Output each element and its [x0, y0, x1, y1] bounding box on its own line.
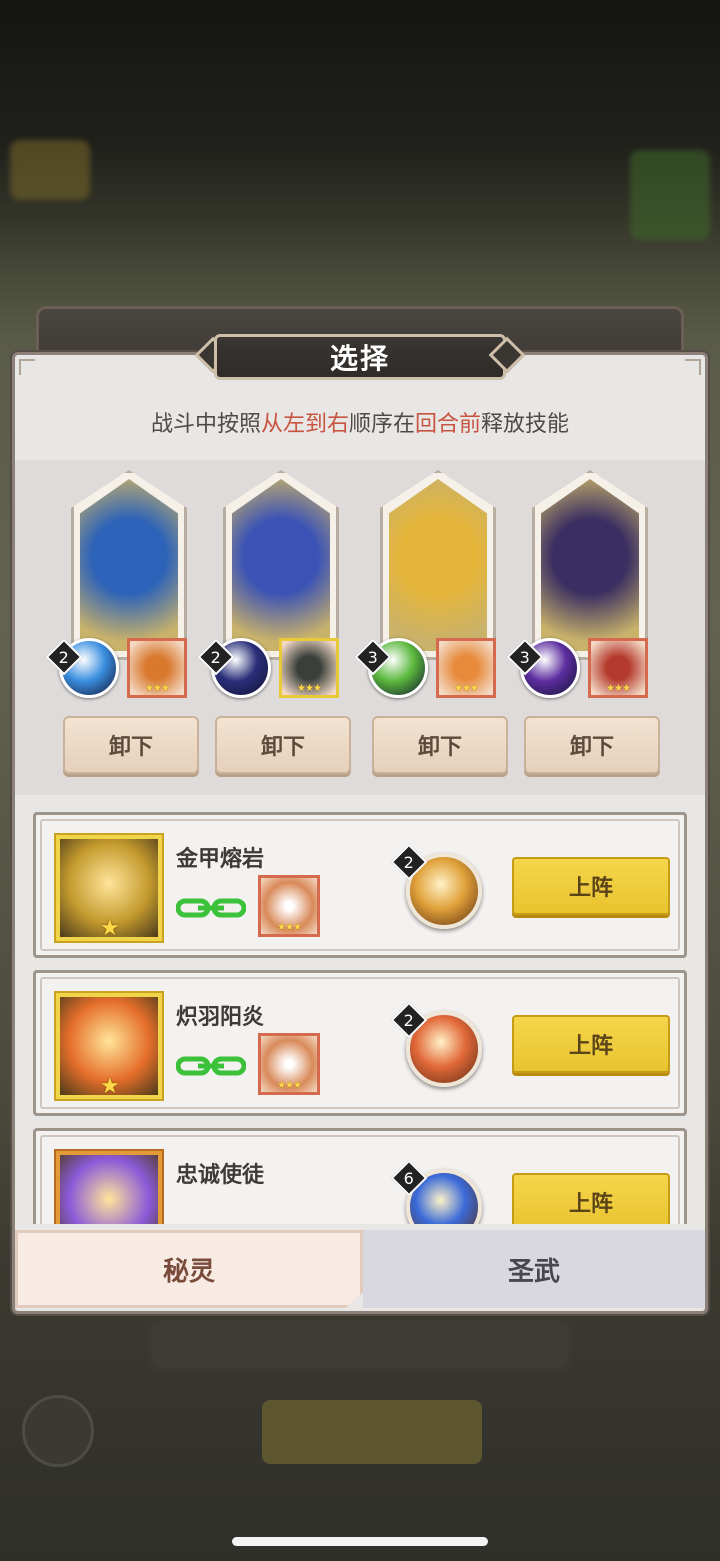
- list-item: ★ 炽羽阳炎 ★★★ 2 上阵: [33, 970, 687, 1116]
- spirit-portrait[interactable]: ★: [56, 835, 162, 941]
- chain-link-icon: [176, 1056, 246, 1076]
- list-item: ★ 金甲熔岩 ★★★ 2 上阵: [33, 812, 687, 958]
- unload-button[interactable]: 卸下: [63, 716, 199, 774]
- spirit-portrait: [541, 479, 639, 651]
- spirit-portrait: [389, 479, 487, 651]
- deploy-button[interactable]: 上阵: [512, 1015, 670, 1073]
- spirit-name: 炽羽阳炎: [176, 1005, 265, 1030]
- background-start-button: [262, 1400, 482, 1464]
- partner-pet-avatar: ★★★: [258, 875, 320, 937]
- deploy-button[interactable]: 上阵: [512, 1173, 670, 1224]
- home-indicator[interactable]: [232, 1537, 488, 1546]
- background-round-button: [22, 1395, 94, 1467]
- equipped-slot-1[interactable]: 2 ★★★ 卸下: [45, 460, 203, 780]
- spirit-portrait[interactable]: [56, 1151, 162, 1224]
- corner-ornament: [685, 359, 701, 375]
- equipped-slots: 2 ★★★ 卸下 2 ★★★ 卸下 3 ★★★ 卸下 3 ★★★ 卸下: [15, 460, 705, 795]
- list-item: 忠诚使徒 6 上阵: [33, 1128, 687, 1224]
- unload-button[interactable]: 卸下: [372, 716, 508, 774]
- tab-holy-weapon[interactable]: 圣武: [363, 1230, 705, 1308]
- spirit-card[interactable]: [223, 470, 339, 660]
- chain-link-icon: [176, 898, 246, 918]
- category-tabs: 秘灵 圣武: [15, 1230, 705, 1308]
- dialog-title: 选择: [329, 342, 390, 375]
- spirit-card[interactable]: [380, 470, 496, 660]
- deploy-button[interactable]: 上阵: [512, 857, 670, 915]
- spirit-card[interactable]: [71, 470, 187, 660]
- unload-button[interactable]: 卸下: [215, 716, 351, 774]
- star-icon: ★: [100, 916, 120, 941]
- pet-avatar: ★★★: [279, 638, 339, 698]
- spirit-name: 金甲熔岩: [176, 847, 265, 872]
- equipped-slot-3[interactable]: 3 ★★★ 卸下: [354, 460, 512, 780]
- spirit-portrait: [232, 479, 330, 651]
- spirit-portrait: [80, 479, 178, 651]
- pet-avatar: ★★★: [127, 638, 187, 698]
- partner-pet-avatar: ★★★: [258, 1033, 320, 1095]
- pet-avatar: ★★★: [588, 638, 648, 698]
- order-hint: 战斗中按照从左到右顺序在回合前释放技能: [150, 412, 570, 437]
- spirit-card[interactable]: [532, 470, 648, 660]
- spirit-list[interactable]: ★ 金甲熔岩 ★★★ 2 上阵 ★ 炽羽阳炎 ★★★ 2 上阵 忠诚使徒 6 上…: [33, 812, 687, 1224]
- spirit-portrait[interactable]: ★: [56, 993, 162, 1099]
- star-icon: ★: [100, 1074, 120, 1099]
- equipped-slot-4[interactable]: 3 ★★★ 卸下: [506, 460, 664, 780]
- equipped-slot-2[interactable]: 2 ★★★ 卸下: [197, 460, 355, 780]
- pet-avatar: ★★★: [436, 638, 496, 698]
- tab-spirit[interactable]: 秘灵: [15, 1230, 363, 1308]
- dialog-title-plate: 选择: [190, 334, 530, 380]
- unload-button[interactable]: 卸下: [524, 716, 660, 774]
- corner-ornament: [19, 359, 35, 375]
- spirit-name: 忠诚使徒: [176, 1163, 265, 1188]
